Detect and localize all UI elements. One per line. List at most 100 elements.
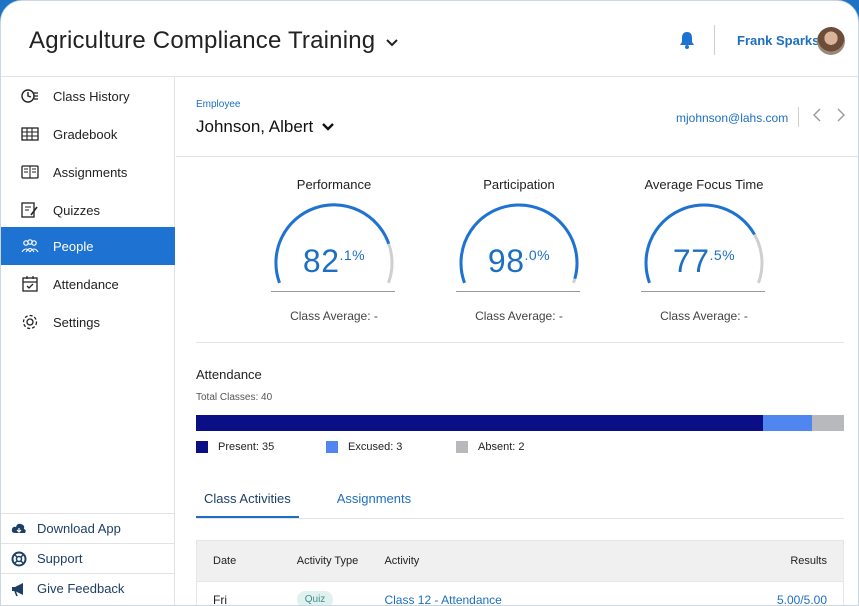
employee-name: Johnson, Albert [196,117,314,136]
gauge-value: 98.0% [444,243,594,280]
clock-list-icon [21,87,39,105]
gauge-average-focus-time: Average Focus Time 77.5% Class Average: … [629,177,779,327]
app-window: Agriculture Compliance Training Frank Sp… [0,0,859,606]
cloud-download-icon [11,521,27,537]
lifebuoy-icon [11,551,27,567]
avatar[interactable] [817,27,845,55]
gauge-value-main: 98 [487,243,525,279]
course-selector[interactable]: Agriculture Compliance Training [29,27,399,55]
employee-email[interactable]: mjohnson@lahs.com [676,111,788,125]
attendance-bar [196,415,844,431]
legend-swatch [326,441,338,453]
legend-label: Present: 35 [218,441,275,453]
legend-swatch [456,441,468,453]
attendance-title: Attendance [196,367,262,382]
activity-tabs: Class Activities Assignments [196,489,449,519]
gauge-baseline [271,291,395,292]
main-content: Employee Johnson, Albert mjohnson@lahs.c… [176,77,858,606]
sidebar-item-quizzes[interactable]: Quizzes [1,191,175,229]
activities-table: Date Activity Type Activity Results Fri … [196,540,844,606]
tabs-divider [196,518,844,519]
sidebar-item-label: Quizzes [53,202,100,218]
gauge-title: Performance [296,177,372,192]
attendance-segment-present [196,415,763,431]
quiz-edit-icon [21,201,39,219]
sidebar-item-label: Attendance [53,276,119,292]
bell-icon[interactable] [679,31,695,49]
sidebar-item-assignments[interactable]: Assignments [1,153,175,191]
sidebar-item-people[interactable]: People [1,227,175,265]
calendar-check-icon [21,275,39,293]
tab-assignments[interactable]: Assignments [329,489,419,519]
gauge-baseline [456,291,580,292]
gauge-baseline [641,291,765,292]
people-icon [21,237,39,255]
gauge-value-decimal: .1% [339,247,366,263]
cell-activity-link[interactable]: Class 12 - Attendance [384,593,723,606]
gradebook-icon [21,125,39,143]
gauge-value-decimal: .0% [524,247,551,263]
gauge-value-decimal: .5% [709,247,736,263]
chevron-left-icon[interactable] [812,107,822,128]
gauge-participation: Participation 98.0% Class Average: - [444,177,594,327]
gauge-title: Participation [483,177,555,192]
legend-label: Excused: 3 [348,441,403,453]
download-app-label: Download App [37,521,121,536]
give-feedback-label: Give Feedback [37,581,125,596]
sidebar: Class History Gradebook Assignments Quiz… [1,77,175,605]
book-icon [21,163,39,181]
cell-results[interactable]: 5.00/5.00 [723,593,843,606]
attendance-segment-excused [763,415,812,431]
sidebar-item-gradebook[interactable]: Gradebook [1,115,175,153]
gauge-class-average: Class Average: - [660,309,748,323]
gauge-value-main: 82 [302,243,340,279]
chevron-down-icon [385,35,399,51]
attendance-segment-absent [811,415,844,431]
cell-activity-type: Quiz [296,591,385,605]
sidebar-item-attendance[interactable]: Attendance [1,265,175,303]
legend-present: Present: 35 [196,441,274,453]
legend-excused: Excused: 3 [326,441,402,453]
section-divider [176,156,858,157]
gauge-value: 77.5% [629,243,779,280]
cell-date: Fri [213,592,227,606]
attendance-total: Total Classes: 40 [196,392,273,403]
sidebar-item-label: Class History [53,88,130,104]
tab-class-activities[interactable]: Class Activities [196,489,299,519]
sidebar-item-settings[interactable]: Settings [1,303,175,341]
gauge-title: Average Focus Time [644,177,764,192]
sidebar-item-class-history[interactable]: Class History [1,77,175,115]
email-divider [798,107,799,127]
legend-absent: Absent: 2 [456,441,524,453]
employee-label: Employee [196,99,241,110]
sidebar-item-label: Settings [53,314,100,330]
chevron-right-icon[interactable] [836,107,846,128]
chevron-down-icon [321,117,335,137]
employee-selector[interactable]: Johnson, Albert [196,117,335,137]
column-header-results[interactable]: Results [723,555,843,567]
give-feedback-link[interactable]: Give Feedback [1,573,175,603]
header-divider [714,25,715,55]
download-app-link[interactable]: Download App [1,513,175,543]
sidebar-item-label: Gradebook [53,126,118,142]
megaphone-icon [11,581,27,597]
support-link[interactable]: Support [1,543,175,573]
sidebar-item-label: Assignments [53,164,128,180]
gauge-class-average: Class Average: - [475,309,563,323]
gear-icon [21,313,39,331]
gauge-value-main: 77 [672,243,710,279]
column-header-activity-type[interactable]: Activity Type [297,555,385,567]
column-header-activity[interactable]: Activity [384,555,723,567]
user-name[interactable]: Frank Sparks [737,33,819,48]
sidebar-item-label: People [53,238,94,254]
legend-swatch [196,441,208,453]
gauge-value: 82.1% [259,243,409,280]
column-header-date[interactable]: Date [197,555,297,567]
table-header: Date Activity Type Activity Results [196,540,844,582]
section-divider [196,342,844,343]
top-header: Agriculture Compliance Training Frank Sp… [1,1,858,77]
app-title: Agriculture Compliance Training [29,27,376,54]
table-row[interactable]: Fri Quiz Class 12 - Attendance 5.00/5.00 [196,582,844,606]
legend-label: Absent: 2 [478,441,525,453]
activity-type-badge: Quiz [296,591,334,605]
